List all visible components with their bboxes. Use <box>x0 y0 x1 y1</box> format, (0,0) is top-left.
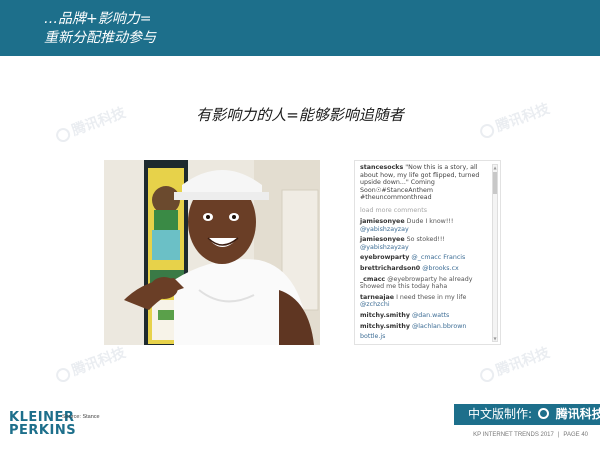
comment-text: I need these in my life <box>396 293 467 301</box>
comment-list: jamiesonyee Dude I know!!! @yabishzayzay… <box>360 218 488 341</box>
influencer-photo-illustration <box>104 160 320 345</box>
comments-scrollbar[interactable]: ▲ ▼ <box>492 164 498 342</box>
load-more-comments-link[interactable]: load more comments <box>360 207 488 214</box>
comment-text: Dude I know!!! <box>406 217 454 225</box>
footer-report-info: KP INTERNET TRENDS 2017 | PAGE 40 <box>473 432 588 438</box>
comment-username[interactable]: mitchy.smithy <box>360 323 410 330</box>
header-banner: …品牌+影响力= 重新分配推动参与 <box>0 0 600 56</box>
report-title: KP INTERNET TRENDS 2017 <box>473 432 554 438</box>
slide-heading: 有影响力的人=能够影响追随者 <box>196 106 404 124</box>
comment-item: _cmacc @eyebrowparty he already showed m… <box>360 276 488 291</box>
caption-username[interactable]: stancesocks <box>360 164 403 171</box>
instagram-comments-panel: stancesocks "Now this is a story, all ab… <box>354 160 501 345</box>
tencent-logo-icon <box>537 408 549 419</box>
slide-title-line1: …品牌+影响力= <box>44 11 152 27</box>
slide-title-line2: 重新分配推动参与 <box>44 30 156 46</box>
comment-item: brettrichardson0 @brooks.cx <box>360 265 488 273</box>
comment-text: So stoked!!! <box>406 236 445 244</box>
comment-item: eyebrowparty @_cmacc Francis <box>360 254 488 262</box>
footer-separator: | <box>557 432 560 438</box>
comment-mention[interactable]: @dan.watts <box>412 312 449 319</box>
comment-item: jamiesonyee So stoked!!! @yabishzayzay <box>360 236 488 251</box>
watermark-icon <box>478 366 497 385</box>
instagram-comments-content: stancesocks "Now this is a story, all ab… <box>360 164 488 344</box>
translation-credit-badge: 中文版制作: 腾讯科技 <box>454 404 600 425</box>
comment-username[interactable]: _cmacc <box>360 276 385 283</box>
watermark-icon <box>54 366 73 385</box>
comment-username[interactable]: tarneajae <box>360 294 394 301</box>
comment-username[interactable]: jamiesonyee <box>360 236 405 243</box>
slide-title: …品牌+影响力= 重新分配推动参与 <box>44 10 444 48</box>
comment-mention[interactable]: @yabishzayzay <box>360 226 409 233</box>
scroll-down-arrow-icon[interactable]: ▼ <box>492 336 498 341</box>
badge-prefix: 中文版制作: <box>468 407 533 421</box>
scroll-up-arrow-icon[interactable]: ▲ <box>492 165 498 170</box>
watermark-logo: 腾讯科技 <box>53 342 128 386</box>
comment-item: tarneajae I need these in my life @zchzc… <box>360 294 488 309</box>
source-note: Source: Stance <box>62 414 100 420</box>
comment-username[interactable]: eyebrowparty <box>360 254 409 261</box>
comment-username[interactable]: brettrichardson0 <box>360 265 420 272</box>
comment-mention[interactable]: @lachlan.bbrown <box>412 323 466 330</box>
comment-mention[interactable]: @_cmacc Francis <box>411 254 465 261</box>
comment-username[interactable]: mitchy.smithy <box>360 312 410 319</box>
comment-item: mitchy.smithy @dan.watts <box>360 312 488 320</box>
page-number: PAGE 40 <box>563 432 588 438</box>
comment-item: mitchy.smithy @lachlan.bbrown <box>360 323 488 331</box>
comment-item: bottle.js <box>360 333 488 341</box>
post-caption: stancesocks "Now this is a story, all ab… <box>360 164 488 202</box>
influencer-photo <box>104 160 320 345</box>
comment-mention[interactable]: @brooks.cx <box>422 265 459 272</box>
comment-mention[interactable]: @zchzchi <box>360 301 390 308</box>
badge-brand: 腾讯科技 <box>555 407 600 421</box>
comment-item: jamiesonyee Dude I know!!! @yabishzayzay <box>360 218 488 233</box>
comment-mention: bottle.js <box>360 333 386 341</box>
scrollbar-thumb[interactable] <box>493 172 497 194</box>
comment-username[interactable]: jamiesonyee <box>360 218 405 225</box>
watermark-icon <box>54 126 73 145</box>
comment-mention[interactable]: @yabishzayzay <box>360 244 409 251</box>
watermark-logo: 腾讯科技 <box>477 342 552 386</box>
